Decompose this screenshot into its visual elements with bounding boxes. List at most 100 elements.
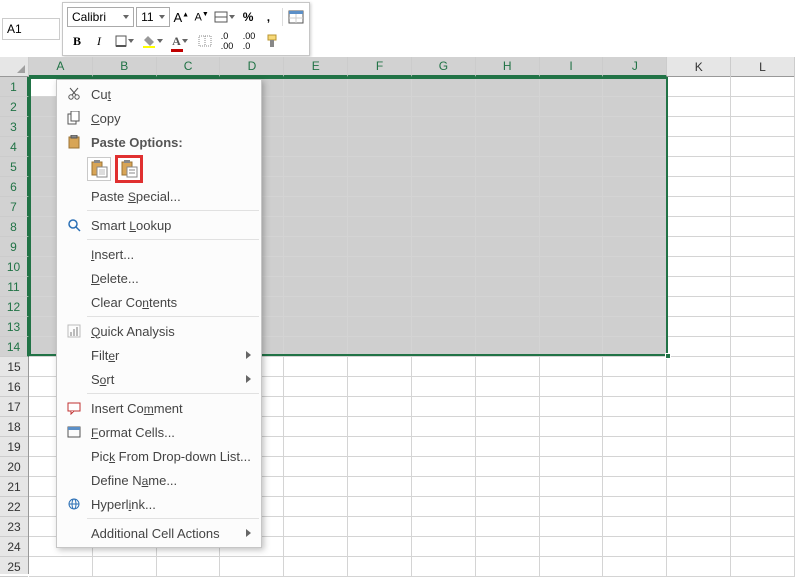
cell[interactable] [731, 497, 795, 517]
cell[interactable] [284, 397, 348, 417]
cell[interactable] [348, 97, 412, 117]
menu-smart-lookup[interactable]: Smart Lookup [57, 213, 261, 237]
cell[interactable] [731, 97, 795, 117]
cell[interactable] [284, 537, 348, 557]
cell[interactable] [603, 497, 667, 517]
row-header[interactable]: 18 [0, 417, 28, 437]
cell[interactable] [603, 517, 667, 537]
cell[interactable] [348, 497, 412, 517]
cell[interactable] [667, 377, 731, 397]
cell[interactable] [540, 477, 604, 497]
cell[interactable] [540, 497, 604, 517]
row-header[interactable]: 10 [0, 257, 29, 277]
cell[interactable] [667, 77, 731, 97]
cell[interactable] [540, 357, 604, 377]
row-header[interactable]: 15 [0, 357, 28, 377]
font-size-select[interactable]: 11 [136, 7, 170, 27]
merge-button[interactable] [213, 7, 237, 27]
cell[interactable] [667, 497, 731, 517]
menu-copy[interactable]: Copy [57, 106, 261, 130]
cell[interactable] [284, 177, 348, 197]
cell[interactable] [412, 237, 476, 257]
cell[interactable] [667, 297, 731, 317]
cell[interactable] [540, 417, 604, 437]
cell[interactable] [540, 257, 604, 277]
cell[interactable] [731, 157, 795, 177]
cell[interactable] [731, 557, 795, 577]
cell[interactable] [412, 557, 476, 577]
cell[interactable] [540, 457, 604, 477]
cell[interactable] [348, 377, 412, 397]
row-header[interactable]: 1 [0, 77, 29, 97]
cell[interactable] [667, 337, 731, 357]
cell[interactable] [540, 77, 604, 97]
cell[interactable] [667, 117, 731, 137]
row-header[interactable]: 17 [0, 397, 28, 417]
cell[interactable] [667, 277, 731, 297]
cell[interactable] [284, 557, 348, 577]
cell[interactable] [412, 177, 476, 197]
cell[interactable] [476, 497, 540, 517]
cell[interactable] [667, 517, 731, 537]
column-header[interactable]: E [284, 57, 348, 77]
cell[interactable] [603, 317, 667, 337]
cell[interactable] [540, 177, 604, 197]
cell[interactable] [284, 317, 348, 337]
cell[interactable] [476, 437, 540, 457]
select-all-corner[interactable] [0, 57, 29, 77]
menu-clear-contents[interactable]: Clear Contents [57, 290, 261, 314]
cell[interactable] [412, 537, 476, 557]
cell[interactable] [540, 97, 604, 117]
cell[interactable] [540, 117, 604, 137]
cell[interactable] [348, 417, 412, 437]
column-header[interactable]: J [603, 57, 667, 77]
cell[interactable] [667, 97, 731, 117]
cell[interactable] [476, 537, 540, 557]
cell[interactable] [540, 517, 604, 537]
cell[interactable] [476, 417, 540, 437]
menu-cut[interactable]: Cut [57, 82, 261, 106]
column-header[interactable]: H [476, 57, 540, 77]
cell[interactable] [284, 497, 348, 517]
cell[interactable] [540, 317, 604, 337]
cell[interactable] [348, 197, 412, 217]
cell[interactable] [540, 397, 604, 417]
cell[interactable] [603, 117, 667, 137]
cell[interactable] [476, 397, 540, 417]
cell[interactable] [540, 137, 604, 157]
cell[interactable] [731, 517, 795, 537]
row-header[interactable]: 14 [0, 337, 29, 357]
italic-button[interactable]: I [89, 31, 109, 51]
cell[interactable] [284, 217, 348, 237]
decrease-decimal-button[interactable]: .00.0 [239, 31, 259, 51]
cell[interactable] [284, 517, 348, 537]
font-name-select[interactable]: Calibri [67, 7, 134, 27]
menu-hyperlink[interactable]: Hyperlink... [57, 492, 261, 516]
cell[interactable] [667, 257, 731, 277]
cell[interactable] [540, 537, 604, 557]
cell[interactable] [667, 537, 731, 557]
cell[interactable] [348, 77, 412, 97]
cell[interactable] [284, 97, 348, 117]
cell[interactable] [412, 197, 476, 217]
cell[interactable] [348, 317, 412, 337]
cell[interactable] [284, 257, 348, 277]
cell[interactable] [603, 137, 667, 157]
cell[interactable] [731, 377, 795, 397]
row-header[interactable]: 9 [0, 237, 29, 257]
cell[interactable] [412, 337, 476, 357]
cell[interactable] [284, 77, 348, 97]
cell[interactable] [476, 77, 540, 97]
cell[interactable] [348, 437, 412, 457]
row-header[interactable]: 2 [0, 97, 29, 117]
cell[interactable] [93, 557, 157, 577]
row-header[interactable]: 8 [0, 217, 29, 237]
paste-values-button[interactable] [117, 157, 141, 181]
row-header[interactable]: 4 [0, 137, 29, 157]
row-header[interactable]: 13 [0, 317, 29, 337]
cell[interactable] [540, 437, 604, 457]
cell[interactable] [603, 197, 667, 217]
cell[interactable] [348, 137, 412, 157]
column-header[interactable]: C [157, 57, 221, 77]
cell[interactable] [348, 397, 412, 417]
